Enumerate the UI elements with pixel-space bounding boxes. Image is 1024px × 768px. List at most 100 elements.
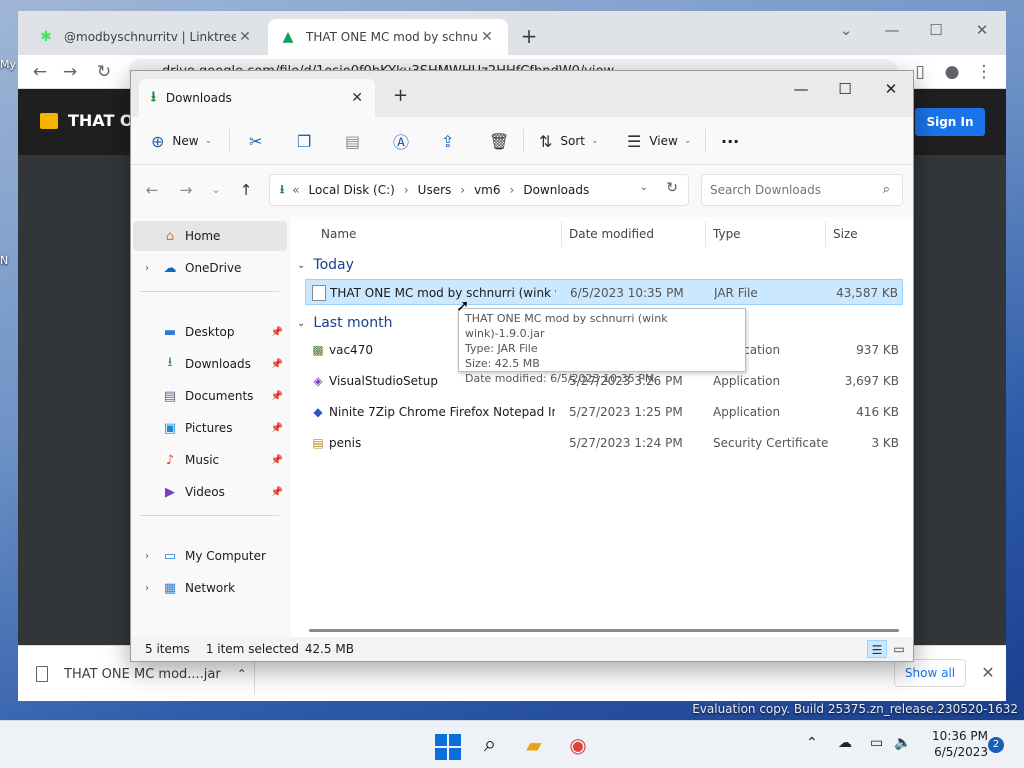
breadcrumb-item[interactable]: Downloads	[523, 183, 589, 197]
sign-in-button[interactable]: Sign In	[915, 108, 985, 136]
minimize-button[interactable]: —	[874, 17, 910, 43]
cut-button[interactable]: ✂	[249, 127, 270, 155]
notification-badge[interactable]: 2	[988, 737, 1004, 753]
onedrive-offline-icon[interactable]: ☁	[838, 735, 852, 751]
nav-item-desktop[interactable]: ▬ Desktop 📌	[133, 317, 287, 347]
rename-button[interactable]: Ⓐ	[393, 127, 417, 155]
close-tab-icon[interactable]: ✕	[351, 90, 363, 106]
file-explorer-taskbar-icon[interactable]: ▰	[518, 729, 550, 761]
paste-button[interactable]: ▤	[345, 127, 368, 155]
column-header-type[interactable]: Type	[713, 227, 741, 241]
forward-icon[interactable]: →	[175, 179, 197, 201]
reload-icon[interactable]: ↻	[92, 60, 116, 84]
new-button[interactable]: ⊕ New ⌄	[151, 127, 212, 155]
pin-icon[interactable]: 📌	[271, 391, 283, 402]
back-icon[interactable]: ←	[28, 60, 52, 84]
table-row[interactable]: ◆ Ninite 7Zip Chrome Firefox Notepad Ins…	[305, 399, 903, 425]
more-options-button[interactable]: ···	[721, 127, 739, 155]
chevron-right-icon[interactable]: ›	[460, 183, 465, 197]
desktop-icon-label[interactable]: My	[0, 58, 16, 71]
breadcrumb[interactable]: ⭳ « Local Disk (C:) › Users › vm6 › Down…	[269, 174, 689, 206]
close-button[interactable]: ✕	[964, 17, 1000, 43]
close-tab-icon[interactable]: ✕	[478, 29, 496, 45]
nav-item-documents[interactable]: ▤ Documents 📌	[133, 381, 287, 411]
divider[interactable]	[825, 221, 826, 247]
horizontal-scrollbar[interactable]	[309, 629, 899, 632]
volume-icon[interactable]: 🔈	[894, 735, 911, 751]
column-header-date[interactable]: Date modified	[569, 227, 654, 241]
close-tab-icon[interactable]: ✕	[236, 29, 254, 45]
chevron-down-icon: ⌄	[297, 317, 306, 329]
desktop-icon-label[interactable]: N	[0, 254, 8, 267]
chevron-right-icon[interactable]: ›	[133, 583, 161, 594]
tab-search-icon[interactable]: ⌄	[828, 17, 864, 43]
table-row[interactable]: THAT ONE MC mod by schnurri (wink wi... …	[305, 279, 903, 305]
view-button[interactable]: ☰ View ⌄	[627, 127, 691, 155]
tiles-view-button[interactable]: ▭	[889, 640, 909, 658]
view-icon: ☰	[627, 131, 642, 151]
chevron-right-icon[interactable]: ›	[133, 263, 161, 274]
nav-item-pictures[interactable]: ▣ Pictures 📌	[133, 413, 287, 443]
nav-item-downloads[interactable]: ⭳ Downloads 📌	[133, 349, 287, 379]
chevron-right-icon[interactable]: ›	[133, 551, 161, 562]
share-button[interactable]: ⇪	[441, 127, 462, 155]
forward-icon[interactable]: →	[58, 60, 82, 84]
maximize-button[interactable]: ☐	[918, 17, 954, 43]
nav-item-onedrive[interactable]: › ☁ OneDrive	[133, 253, 287, 283]
nav-item-music[interactable]: ♪ Music 📌	[133, 445, 287, 475]
close-button[interactable]: ✕	[871, 75, 911, 103]
pin-icon[interactable]: 📌	[271, 487, 283, 498]
group-header-last-month[interactable]: ⌄ Last month	[297, 315, 392, 331]
menu-icon[interactable]: ⋮	[972, 60, 996, 84]
column-header-size[interactable]: Size	[833, 227, 858, 241]
search-input[interactable]: Search Downloads ⌕	[701, 174, 903, 206]
pin-icon[interactable]: 📌	[271, 423, 283, 434]
chrome-taskbar-icon[interactable]: ◉	[562, 729, 594, 761]
chevron-up-icon[interactable]: ⌃	[237, 667, 247, 681]
start-button[interactable]	[430, 729, 462, 761]
network-icon[interactable]: ▭	[870, 735, 883, 751]
profile-avatar[interactable]: ●	[940, 60, 964, 84]
nav-item-home[interactable]: ⌂ Home	[133, 221, 287, 251]
tab-title: @modbyschnurritv | Linktree	[64, 30, 236, 44]
maximize-button[interactable]: ☐	[825, 75, 865, 103]
refresh-icon[interactable]: ↻	[666, 180, 678, 196]
tab-linktree[interactable]: ✱ @modbyschnurritv | Linktree ✕	[26, 19, 266, 55]
nav-item-my-computer[interactable]: › ▭ My Computer	[133, 541, 287, 571]
column-header-name[interactable]: Name	[321, 227, 356, 241]
overflow-chevron-icon[interactable]: «	[292, 183, 299, 197]
explorer-tab-downloads[interactable]: ⭳ Downloads ✕	[139, 79, 375, 117]
pin-icon[interactable]: 📌	[271, 455, 283, 466]
minimize-button[interactable]: —	[781, 75, 821, 103]
chevron-up-icon[interactable]: ⌃	[806, 735, 818, 751]
chevron-down-icon[interactable]: ⌄	[640, 182, 648, 193]
details-view-button[interactable]: ☰	[867, 640, 887, 658]
chevron-right-icon[interactable]: ›	[510, 183, 515, 197]
copy-button[interactable]: ❐	[297, 127, 319, 155]
back-icon[interactable]: ←	[141, 179, 163, 201]
chevron-right-icon[interactable]: ›	[404, 183, 409, 197]
close-downloads-bar-icon[interactable]: ✕	[978, 659, 998, 687]
pin-icon[interactable]: 📌	[271, 359, 283, 370]
tab-drive[interactable]: ▲ THAT ONE MC mod by schnurri ✕	[268, 19, 508, 55]
show-all-button[interactable]: Show all	[894, 659, 966, 687]
breadcrumb-item[interactable]: Local Disk (C:)	[309, 183, 395, 197]
breadcrumb-item[interactable]: Users	[418, 183, 452, 197]
system-clock[interactable]: 10:36 PM 6/5/2023	[918, 728, 988, 760]
divider[interactable]	[705, 221, 706, 247]
divider[interactable]	[561, 221, 562, 247]
group-header-today[interactable]: ⌄ Today	[297, 257, 354, 273]
new-tab-button[interactable]: +	[393, 85, 408, 106]
sort-button[interactable]: ⇅ Sort ⌄	[539, 127, 599, 155]
breadcrumb-item[interactable]: vm6	[474, 183, 500, 197]
new-tab-button[interactable]: +	[516, 23, 542, 49]
table-row[interactable]: ▤ penis 5/27/2023 1:24 PM Security Certi…	[305, 430, 903, 456]
recent-locations-icon[interactable]: ⌄	[205, 179, 227, 201]
evaluation-watermark: Evaluation copy. Build 25375.zn_release.…	[692, 702, 1018, 716]
nav-item-videos[interactable]: ▶ Videos 📌	[133, 477, 287, 507]
delete-button[interactable]: 🗑	[489, 127, 517, 155]
nav-item-network[interactable]: › ▦ Network	[133, 573, 287, 603]
up-icon[interactable]: ↑	[235, 179, 257, 201]
pin-icon[interactable]: 📌	[271, 327, 283, 338]
search-icon[interactable]: ⌕	[474, 729, 506, 761]
